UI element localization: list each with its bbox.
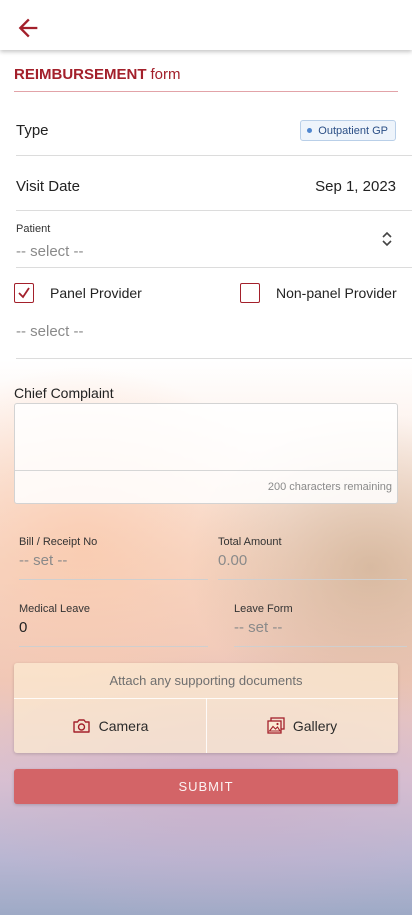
type-label: Type <box>16 122 49 139</box>
visit-date-label: Visit Date <box>16 178 80 195</box>
medical-leave-value: 0 <box>19 619 28 636</box>
patient-select[interactable]: Patient -- select -- <box>16 211 412 268</box>
leave-form-field[interactable]: Leave Form -- set -- <box>234 603 407 647</box>
chief-complaint-label: Chief Complaint <box>14 385 114 401</box>
type-badge-text: Outpatient GP <box>318 124 388 137</box>
non-panel-provider-checkbox[interactable] <box>240 283 260 303</box>
camera-button[interactable]: Camera <box>14 698 206 753</box>
unfold-icon <box>382 231 392 247</box>
gallery-icon <box>267 717 285 734</box>
patient-placeholder: -- select -- <box>16 243 84 260</box>
check-icon <box>18 287 30 299</box>
title-light: form <box>150 66 181 83</box>
bill-receipt-placeholder: -- set -- <box>19 552 68 569</box>
back-button[interactable] <box>14 14 42 42</box>
provider-select[interactable]: -- select -- <box>16 312 412 359</box>
total-amount-label: Total Amount <box>218 536 282 548</box>
total-amount-field[interactable]: Total Amount 0.00 <box>218 536 407 580</box>
gallery-button[interactable]: Gallery <box>206 698 398 753</box>
visit-date-value: Sep 1, 2023 <box>315 178 396 195</box>
gallery-label: Gallery <box>292 717 338 734</box>
bill-receipt-field[interactable]: Bill / Receipt No -- set -- <box>19 536 208 580</box>
badge-dot <box>307 128 313 133</box>
page-title: REIMBURSEMENT form <box>14 66 398 92</box>
leave-form-label: Leave Form <box>234 603 293 615</box>
camera-icon <box>72 718 90 733</box>
app-bar <box>0 0 412 50</box>
panel-provider-label[interactable]: Panel Provider <box>50 285 142 301</box>
provider-placeholder: -- select -- <box>16 323 84 340</box>
type-badge[interactable]: Outpatient GP <box>300 120 396 141</box>
chief-complaint-textarea[interactable]: 200 characters remaining <box>14 403 398 504</box>
panel-provider-checkbox[interactable] <box>14 283 34 303</box>
attachments-title: Attach any supporting documents <box>109 673 303 688</box>
arrow-left-icon <box>18 18 38 38</box>
visit-date-row[interactable]: Visit Date Sep 1, 2023 <box>16 156 412 211</box>
medical-leave-label: Medical Leave <box>19 603 90 615</box>
total-amount-placeholder: 0.00 <box>218 552 248 569</box>
patient-label: Patient <box>16 223 51 235</box>
textarea-divider <box>15 470 397 471</box>
bill-receipt-label: Bill / Receipt No <box>19 536 98 548</box>
title-strong: REIMBURSEMENT <box>14 66 147 83</box>
attachments-card: Attach any supporting documents Camera G… <box>14 663 398 753</box>
type-row: Type Outpatient GP <box>16 109 412 156</box>
chars-remaining: 200 characters remaining <box>267 481 392 493</box>
medical-leave-field[interactable]: Medical Leave 0 <box>19 603 208 647</box>
leave-form-placeholder: -- set -- <box>234 619 283 636</box>
camera-label: Camera <box>98 717 149 734</box>
submit-button[interactable]: SUBMIT <box>14 769 398 804</box>
non-panel-provider-label[interactable]: Non-panel Provider <box>276 285 397 301</box>
